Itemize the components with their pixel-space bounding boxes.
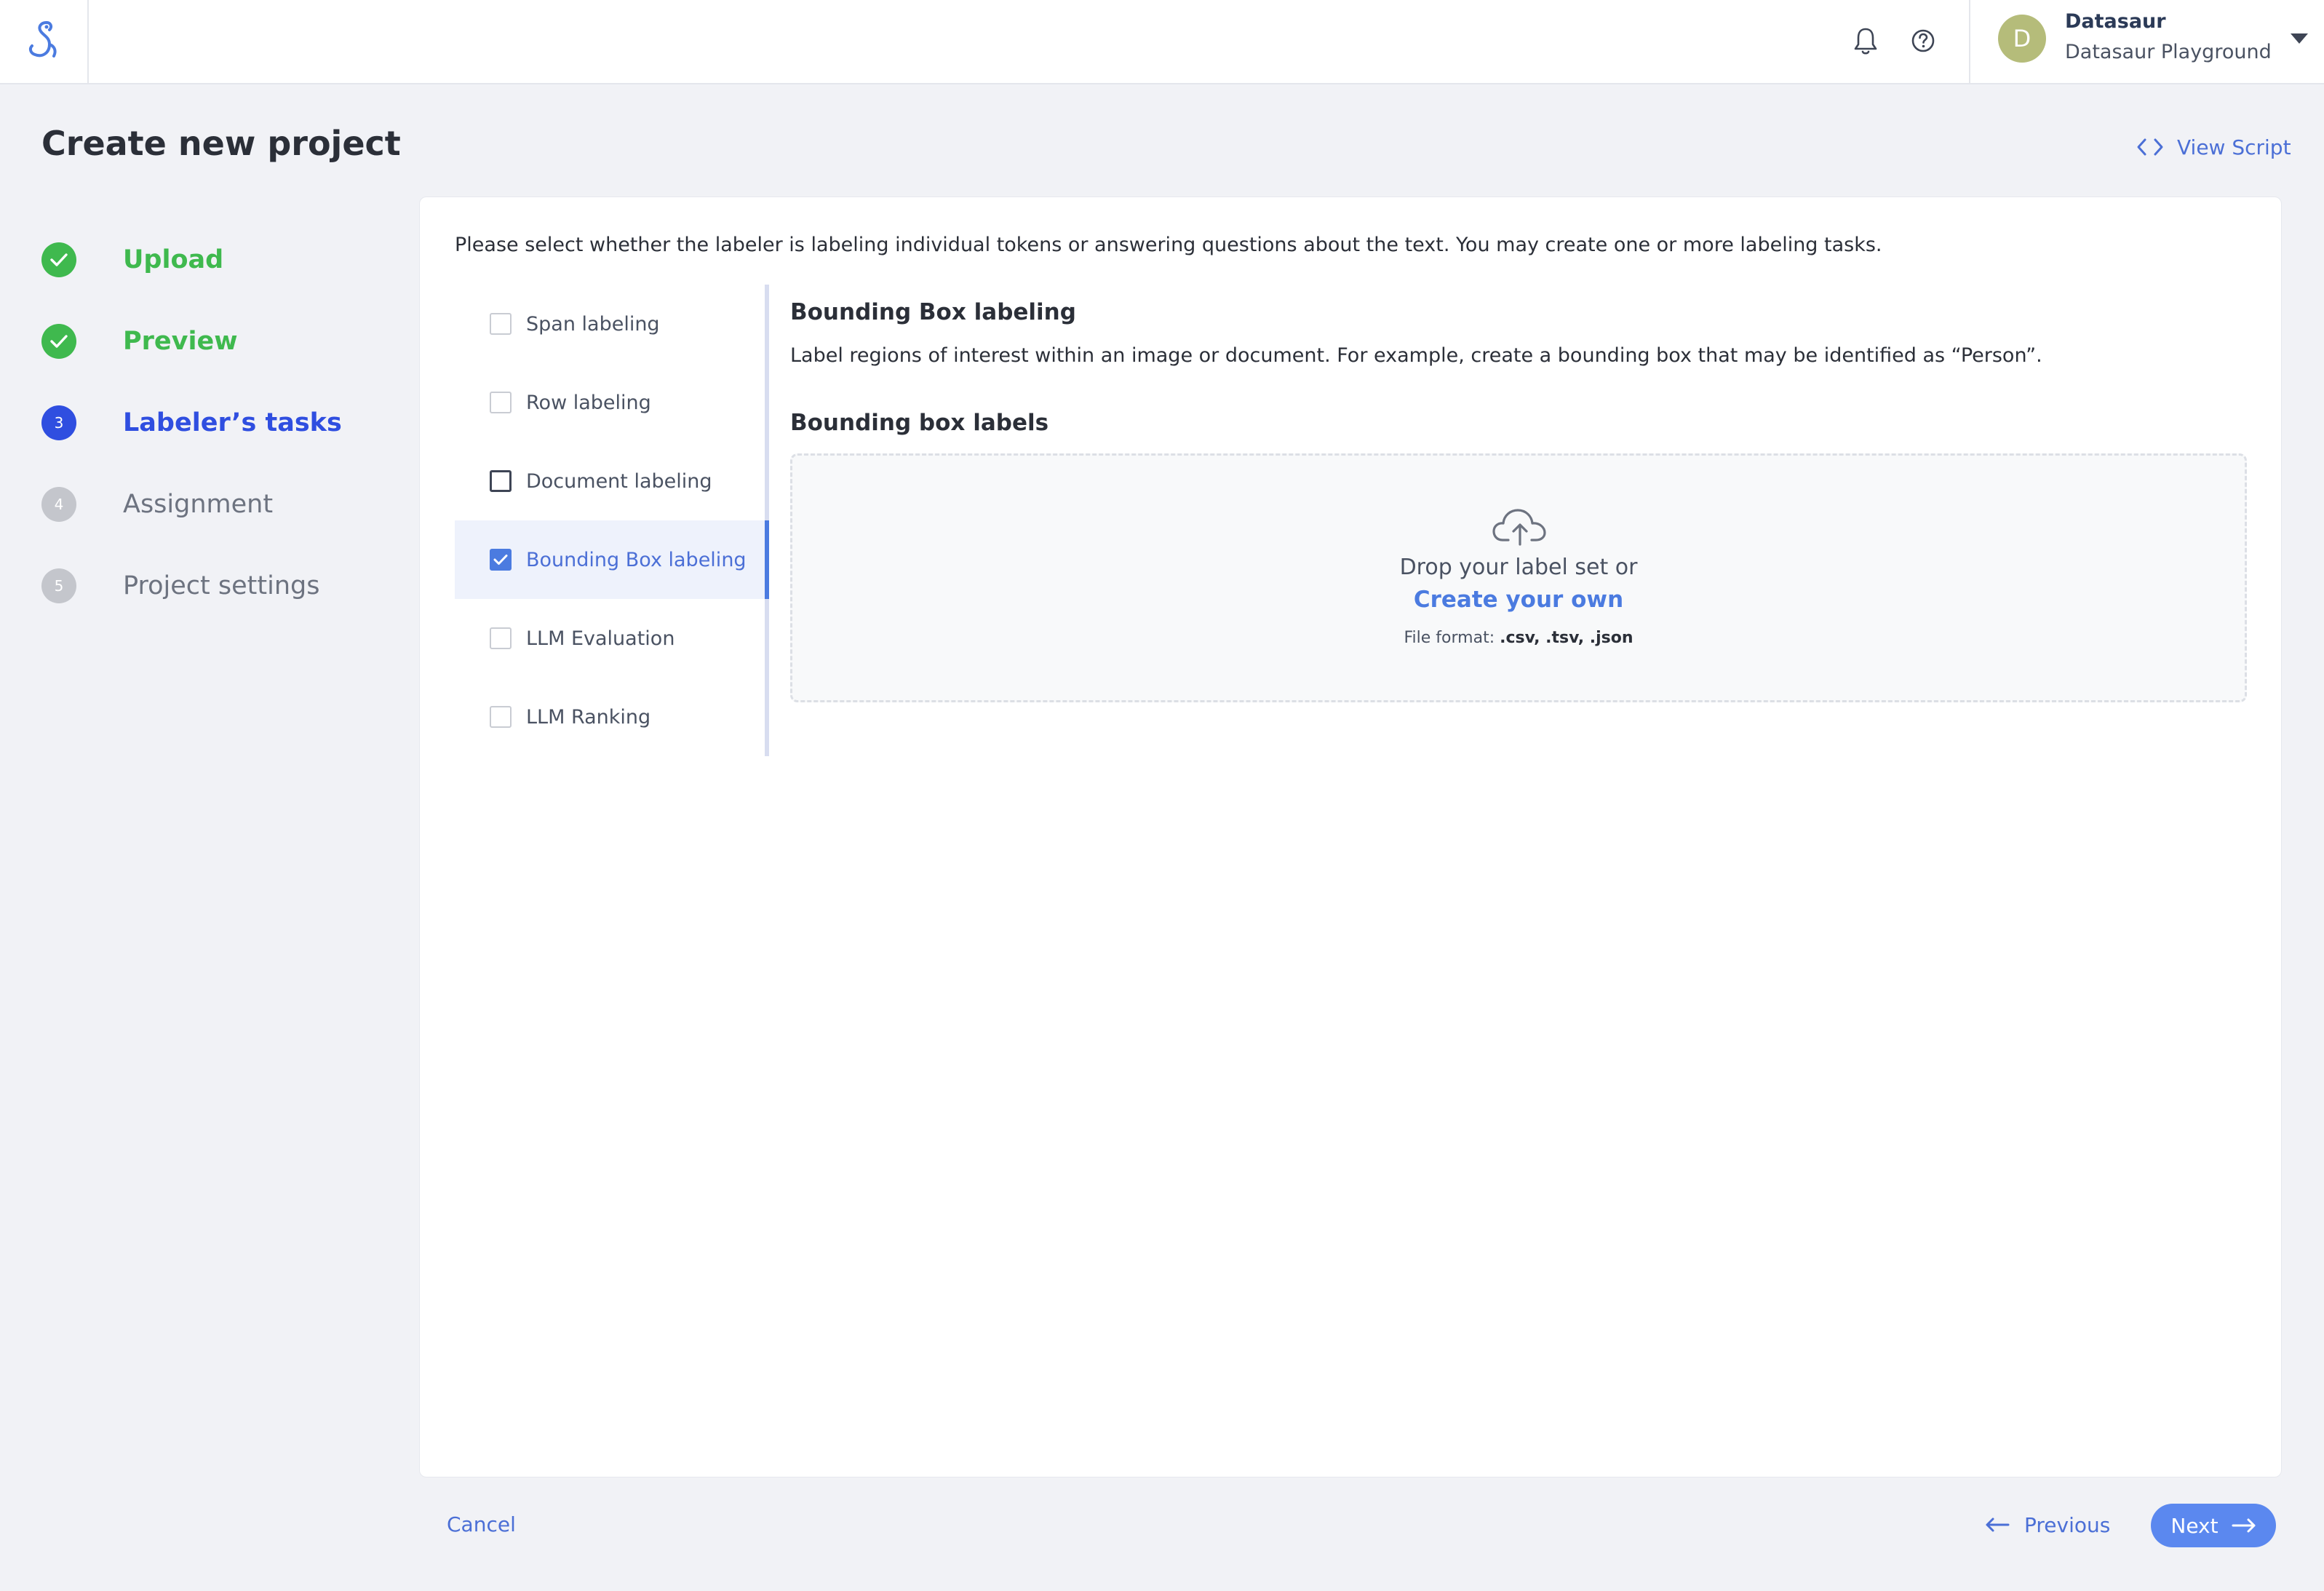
checkbox[interactable] (490, 392, 512, 413)
view-script-link[interactable]: View Script (2136, 131, 2291, 163)
create-your-own-link[interactable]: Create your own (792, 587, 2245, 613)
labels-heading: Bounding box labels (790, 410, 1049, 436)
step-assignment[interactable]: 4 Assignment (41, 486, 273, 523)
task-bounding-box-labeling[interactable]: Bounding Box labeling (455, 520, 769, 599)
checkbox[interactable] (490, 313, 512, 335)
task-label: Row labeling (526, 391, 651, 414)
check-circle-icon (41, 324, 76, 359)
checkbox[interactable] (490, 627, 512, 649)
checkbox[interactable] (490, 470, 512, 492)
file-format-prefix: File format: (1404, 629, 1495, 647)
task-detail-description: Label regions of interest within an imag… (790, 344, 2042, 367)
chevron-down-icon[interactable] (2288, 29, 2311, 47)
next-button[interactable]: Next (2151, 1504, 2276, 1547)
view-script-label: View Script (2177, 135, 2291, 159)
code-icon (2137, 138, 2163, 156)
avatar: D (1998, 15, 2046, 63)
cloud-upload-icon (1492, 509, 1546, 546)
labeler-tasks-card: Please select whether the labeler is lab… (419, 197, 2282, 1477)
label-set-dropzone[interactable]: Drop your label set or Create your own F… (790, 453, 2247, 702)
checkbox-checked[interactable] (490, 549, 512, 571)
task-label: LLM Evaluation (526, 627, 675, 650)
task-detail-title: Bounding Box labeling (790, 299, 1076, 325)
task-label: Span labeling (526, 312, 660, 336)
checkmark-icon (493, 555, 508, 565)
logo[interactable] (0, 0, 89, 83)
task-document-labeling[interactable]: Document labeling (455, 442, 765, 520)
task-label: LLM Ranking (526, 705, 651, 729)
instruction-text: Please select whether the labeler is lab… (455, 234, 1882, 256)
previous-label: Previous (2024, 1512, 2111, 1537)
step-number: 5 (41, 568, 76, 603)
step-label: Project settings (123, 571, 320, 600)
step-number: 4 (41, 487, 76, 522)
step-label: Assignment (123, 490, 274, 519)
task-llm-evaluation[interactable]: LLM Evaluation (455, 599, 765, 678)
step-label: Upload (123, 245, 224, 274)
step-project-settings[interactable]: 5 Project settings (41, 568, 319, 604)
file-format-values: .csv, .tsv, .json (1500, 629, 1633, 647)
task-label: Document labeling (526, 469, 712, 493)
arrow-right-icon (2232, 1518, 2256, 1533)
task-row-labeling[interactable]: Row labeling (455, 363, 765, 442)
user-name: Datasaur (2065, 10, 2166, 33)
step-label: Labeler’s tasks (123, 408, 342, 437)
file-format-hint: File format: .csv, .tsv, .json (792, 629, 2245, 647)
step-number: 3 (41, 405, 76, 440)
task-detail: Bounding Box labeling Label regions of i… (790, 299, 2253, 367)
top-header: D Datasaur Datasaur Playground (0, 0, 2324, 84)
bell-icon[interactable] (1847, 22, 1885, 60)
workspace-name: Datasaur Playground (2065, 41, 2272, 63)
task-span-labeling[interactable]: Span labeling (455, 285, 765, 363)
user-menu[interactable]: D Datasaur Datasaur Playground (1969, 0, 2324, 83)
arrow-left-icon (1986, 1517, 2010, 1532)
previous-button[interactable]: Previous (1985, 1508, 2110, 1542)
dropzone-text: Drop your label set or (1399, 555, 1638, 580)
step-label: Preview (123, 327, 238, 356)
step-upload[interactable]: Upload (41, 242, 223, 278)
step-preview[interactable]: Preview (41, 323, 238, 360)
checkbox[interactable] (490, 706, 512, 728)
help-circle-icon[interactable] (1904, 22, 1942, 60)
next-label: Next (2170, 1513, 2218, 1538)
step-labelers-tasks[interactable]: 3 Labeler’s tasks (41, 405, 342, 441)
page-title: Create new project (41, 124, 401, 163)
task-type-list: Span labeling Row labeling Document labe… (455, 285, 769, 756)
task-llm-ranking[interactable]: LLM Ranking (455, 678, 765, 756)
task-label: Bounding Box labeling (526, 548, 747, 571)
datasaur-logo-icon (28, 21, 57, 57)
cancel-button[interactable]: Cancel (447, 1512, 516, 1536)
check-circle-icon (41, 242, 76, 277)
